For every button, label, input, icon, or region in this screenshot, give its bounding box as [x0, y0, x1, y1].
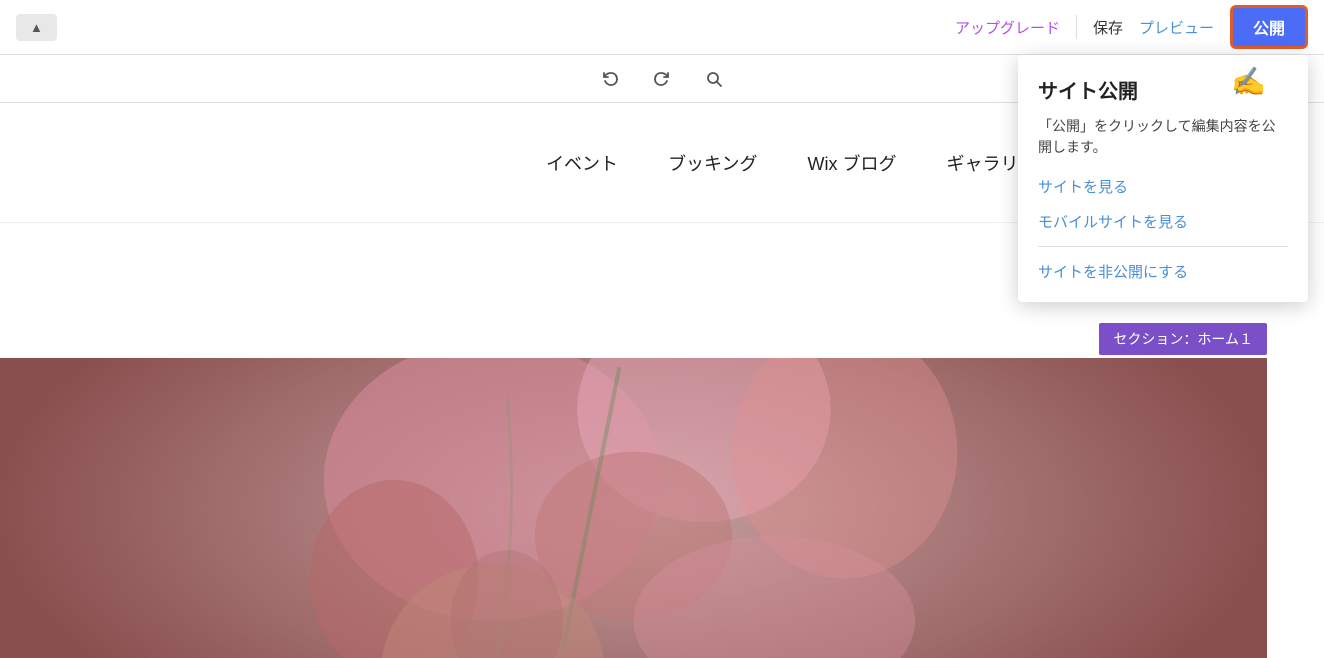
- upgrade-link[interactable]: アップグレード: [955, 17, 1060, 38]
- popup-title: サイト公開: [1038, 75, 1288, 104]
- publish-button[interactable]: 公開: [1230, 5, 1308, 49]
- toolbar-left: ▲: [0, 0, 57, 55]
- section-label: セクション：ホーム１: [1099, 323, 1267, 355]
- redo-button[interactable]: [646, 63, 678, 95]
- main-toolbar: ▲ アップグレード 保存 プレビュー 公開: [0, 0, 1324, 55]
- collapse-button[interactable]: ▲: [16, 14, 57, 41]
- nav-item-booking[interactable]: ブッキング: [668, 150, 757, 176]
- site-image-section: [0, 358, 1267, 658]
- toolbar-divider: [1076, 15, 1077, 39]
- nav-item-blog[interactable]: Wix ブログ: [808, 150, 897, 176]
- collapse-arrow-icon: ▲: [30, 20, 43, 35]
- undo-button[interactable]: [594, 63, 626, 95]
- nav-item-event[interactable]: イベント: [546, 150, 618, 176]
- zoom-button[interactable]: [698, 63, 730, 95]
- save-button[interactable]: 保存: [1093, 17, 1123, 38]
- view-site-link[interactable]: サイトを見る: [1038, 176, 1288, 197]
- popup-description: 「公開」をクリックして編集内容を公開します。: [1038, 116, 1288, 158]
- popup-divider: [1038, 246, 1288, 247]
- toolbar-actions: アップグレード 保存 プレビュー 公開: [955, 5, 1308, 49]
- floral-background: [0, 358, 1267, 658]
- unpublish-link[interactable]: サイトを非公開にする: [1038, 261, 1288, 282]
- preview-button[interactable]: プレビュー: [1139, 17, 1214, 38]
- publish-popup: サイト公開 「公開」をクリックして編集内容を公開します。 サイトを見る モバイル…: [1018, 55, 1308, 302]
- view-mobile-link[interactable]: モバイルサイトを見る: [1038, 211, 1288, 232]
